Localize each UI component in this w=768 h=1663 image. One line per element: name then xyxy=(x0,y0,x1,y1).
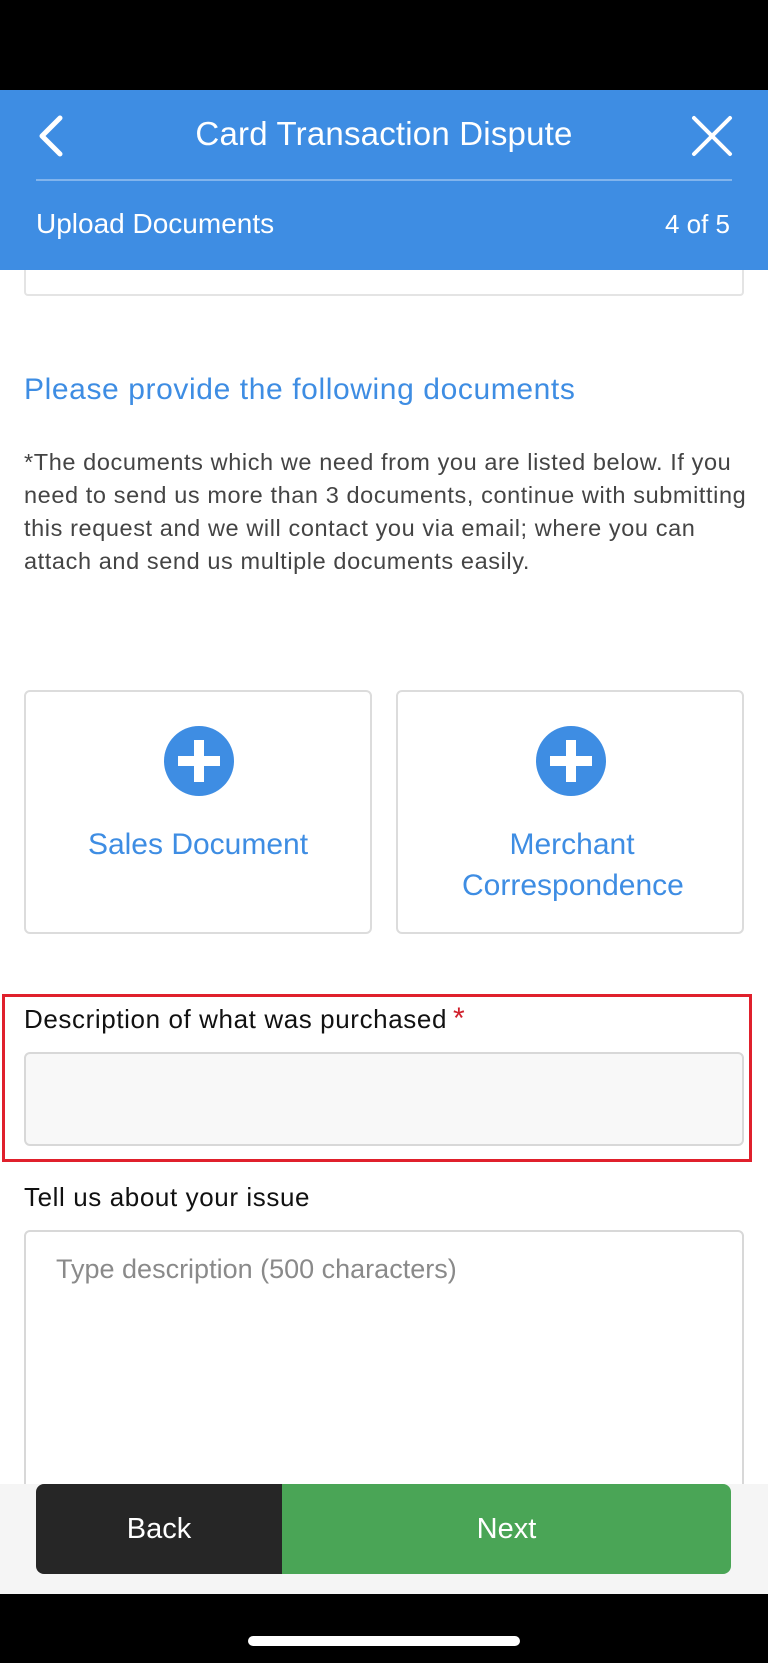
description-label: Description of what was purchased * xyxy=(24,1002,465,1036)
page-title: Card Transaction Dispute xyxy=(195,115,573,152)
main-content: Please provide the following documents *… xyxy=(0,270,768,1485)
description-label-text: Description of what was purchased xyxy=(24,1004,448,1034)
footer-bar: Back Next xyxy=(0,1484,768,1594)
app-screen: Card Transaction Dispute Upload Document… xyxy=(0,0,768,1663)
merchant-correspondence-label: Merchant Correspondence xyxy=(462,828,684,902)
plus-circle-icon xyxy=(164,726,234,796)
next-button[interactable]: Next xyxy=(282,1484,731,1574)
step-label: Upload Documents xyxy=(36,208,275,239)
home-indicator[interactable] xyxy=(248,1636,520,1646)
section-heading: Please provide the following documents xyxy=(24,373,576,406)
header-divider xyxy=(36,179,732,181)
required-marker: * xyxy=(453,1002,466,1035)
description-input[interactable] xyxy=(24,1052,744,1146)
close-icon[interactable] xyxy=(690,114,734,158)
sales-document-upload-card[interactable]: Sales Document xyxy=(24,690,372,934)
issue-textarea[interactable] xyxy=(24,1230,744,1485)
plus-circle-icon xyxy=(536,726,606,796)
back-button[interactable]: Back xyxy=(36,1484,282,1574)
step-counter: 4 of 5 xyxy=(664,209,730,239)
sales-document-label: Sales Document xyxy=(87,828,309,861)
previous-section-box xyxy=(24,270,744,296)
documents-notice: *The documents which we need from you ar… xyxy=(24,449,747,574)
merchant-correspondence-upload-card[interactable]: Merchant Correspondence xyxy=(396,690,744,934)
issue-label: Tell us about your issue xyxy=(24,1182,311,1212)
